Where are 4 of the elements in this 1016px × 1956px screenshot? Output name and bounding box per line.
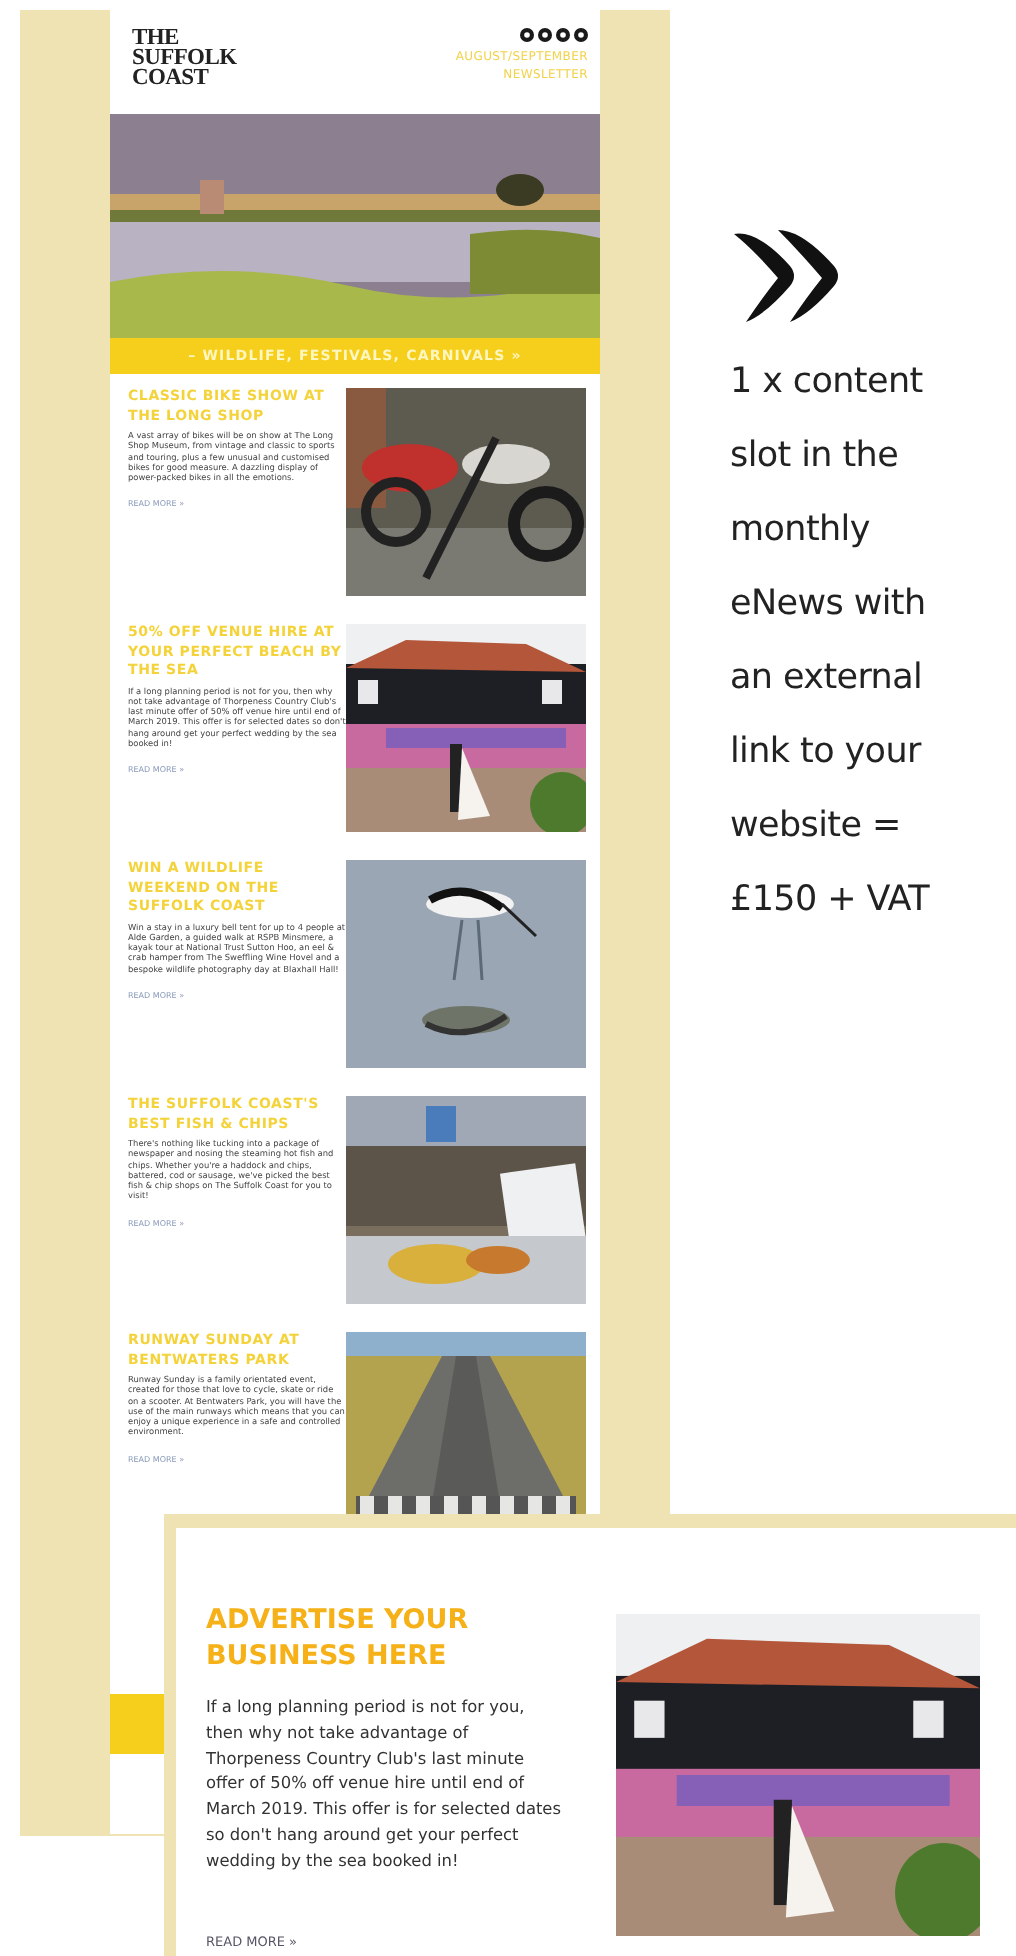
offer-text: 1 x content slot in the monthly eNews with an external link to your website = £150 + VAT bbox=[730, 360, 932, 924]
logo: THE SUFFOLK COAST bbox=[132, 28, 237, 94]
ad-text: If a long planning period is not for you, then why not take advantage of Thorpeness Country Club's last minute offer of 50% off venue hire until end of March 2019. This offer is for selected dates so don't hang around get your perfect wedding by the sea booked in! bbox=[206, 1694, 563, 1874]
ad-title: ADVERTISE YOUR BUSINESS HERE bbox=[206, 1602, 471, 1674]
